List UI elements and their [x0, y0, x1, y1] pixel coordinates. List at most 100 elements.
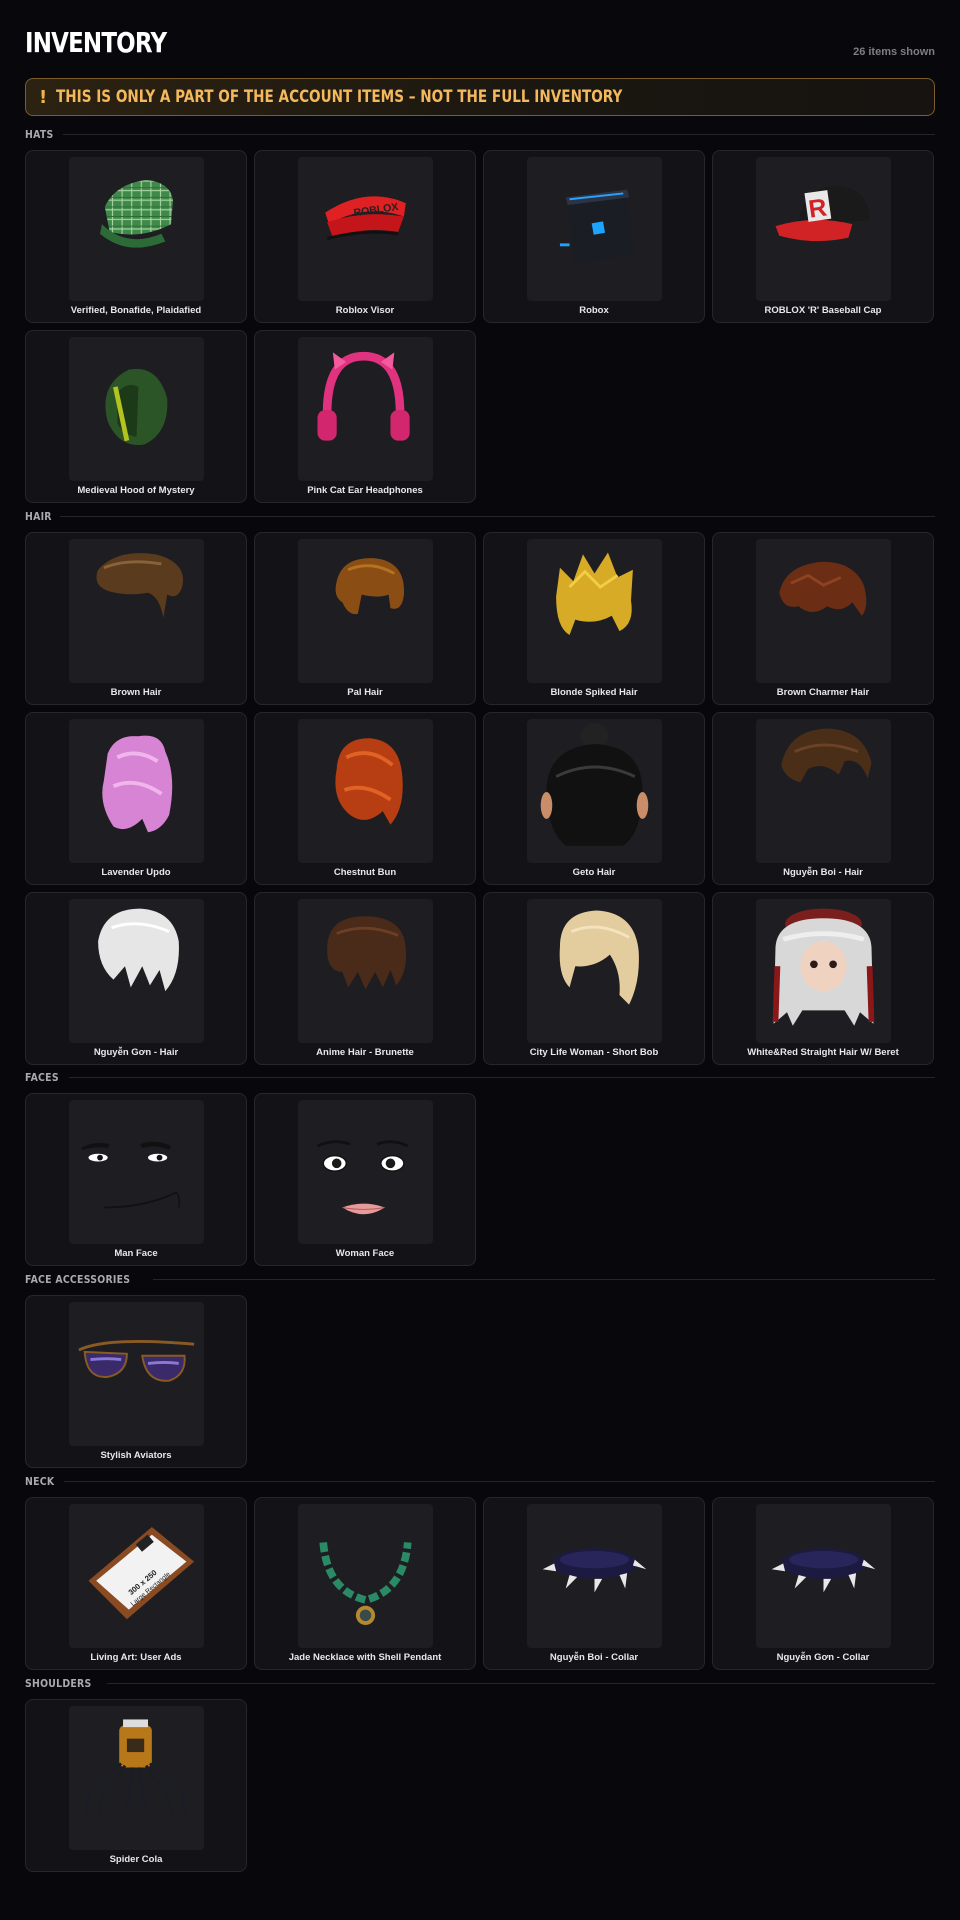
item-name: Brown Hair — [110, 687, 162, 698]
item-name: Robox — [579, 305, 609, 316]
item-name: Roblox Visor — [335, 305, 395, 316]
hair-icon — [327, 916, 407, 990]
item-card[interactable]: White&Red Straight Hair W/ Beret — [712, 892, 934, 1065]
items-count: 26 items shown — [853, 46, 935, 58]
header: INVENTORY 26 items shown — [25, 0, 935, 78]
sunglasses-icon — [78, 1340, 195, 1382]
item-thumbnail — [69, 719, 204, 863]
item-name: Nguyễn Boi - Hair — [783, 867, 863, 878]
item-card[interactable]: Pal Hair — [254, 532, 476, 705]
item-card[interactable]: Chestnut Bun — [254, 712, 476, 885]
spiked-collar-icon — [542, 1548, 647, 1593]
section-header: FACES — [25, 1070, 935, 1084]
face-icon — [316, 1140, 409, 1215]
item-card[interactable]: Man Face — [25, 1093, 247, 1266]
item-name: Nguyễn Gơn - Collar — [776, 1652, 870, 1663]
item-thumbnail — [69, 157, 204, 301]
section-header: FACE ACCESSORIES — [25, 1272, 935, 1286]
section-title: NECK — [25, 1474, 55, 1488]
hair-icon — [556, 552, 633, 635]
item-thumbnail — [69, 1706, 204, 1850]
item-card[interactable]: Nguyễn Boi - Hair — [712, 712, 934, 885]
inventory-page: INVENTORY 26 items shown ! THIS IS ONLY … — [25, 0, 935, 1872]
item-name: Medieval Hood of Mystery — [77, 485, 195, 496]
item-card[interactable]: Jade Necklace with Shell Pendant — [254, 1497, 476, 1670]
item-card[interactable]: Stylish Aviators — [25, 1295, 247, 1468]
item-thumbnail — [298, 539, 433, 683]
item-card[interactable]: City Life Woman - Short Bob — [483, 892, 705, 1065]
item-thumbnail — [527, 899, 662, 1043]
item-name: Nguyễn Gơn - Hair — [93, 1047, 179, 1058]
item-name: Blonde Spiked Hair — [550, 687, 638, 698]
item-card[interactable]: Nguyễn Gơn - Collar — [712, 1497, 934, 1670]
section-title: FACE ACCESSORIES — [25, 1272, 131, 1286]
item-card[interactable]: Lavender Updo — [25, 712, 247, 885]
item-thumbnail — [298, 1504, 433, 1648]
headphones-icon — [317, 351, 410, 441]
item-card[interactable]: Geto Hair — [483, 712, 705, 885]
item-card[interactable]: Pink Cat Ear Headphones — [254, 330, 476, 503]
item-card[interactable]: Brown Hair — [25, 532, 247, 705]
face-icon — [80, 1141, 181, 1209]
item-card[interactable]: Robox — [483, 150, 705, 323]
item-name: Living Art: User Ads — [90, 1652, 182, 1663]
item-name: ROBLOX 'R' Baseball Cap — [764, 305, 882, 316]
item-card[interactable]: Brown Charmer Hair — [712, 532, 934, 705]
item-name: City Life Woman - Short Bob — [529, 1047, 659, 1058]
section-header: HAIR — [25, 509, 935, 523]
item-name: Stylish Aviators — [100, 1450, 172, 1461]
item-card[interactable]: Nguyễn Boi - Collar — [483, 1497, 705, 1670]
item-thumbnail — [69, 899, 204, 1043]
robox-icon — [559, 189, 635, 265]
item-thumbnail — [527, 719, 662, 863]
item-thumbnail — [69, 337, 204, 481]
hair-icon — [559, 910, 639, 1005]
warning-icon: ! — [39, 86, 48, 108]
item-card[interactable]: Blonde Spiked Hair — [483, 532, 705, 705]
section-divider — [62, 133, 935, 135]
item-name: White&Red Straight Hair W/ Beret — [747, 1047, 899, 1058]
item-name: Spider Cola — [109, 1854, 163, 1865]
hair-icon — [540, 722, 649, 846]
plaid-cap-icon — [100, 180, 173, 248]
item-thumbnail — [298, 1100, 433, 1244]
hair-icon — [102, 735, 173, 833]
item-thumbnail: 300 x 250 Large Rectangle — [69, 1504, 204, 1648]
item-card[interactable]: Woman Face — [254, 1093, 476, 1266]
item-name: Brown Charmer Hair — [776, 687, 870, 698]
item-thumbnail — [69, 1100, 204, 1244]
item-name: Anime Hair - Brunette — [316, 1047, 414, 1058]
hair-icon — [98, 908, 179, 992]
hair-icon — [772, 908, 875, 1026]
item-name: Geto Hair — [572, 867, 616, 878]
section-header: SHOULDERS — [25, 1676, 935, 1690]
visor-icon: ROBLOX — [325, 196, 406, 240]
item-name: Lavender Updo — [101, 867, 171, 878]
item-card[interactable]: Spider Cola — [25, 1699, 247, 1872]
hair-icon — [335, 558, 405, 615]
section-header: NECK — [25, 1474, 935, 1488]
item-thumbnail: R — [756, 157, 891, 301]
item-card[interactable]: 300 x 250 Large Rectangle Living Art: User… — [25, 1497, 247, 1670]
item-card[interactable]: Anime Hair - Brunette — [254, 892, 476, 1065]
section-divider — [63, 1480, 935, 1482]
item-card[interactable]: Nguyễn Gơn - Hair — [25, 892, 247, 1065]
item-name: Man Face — [114, 1248, 158, 1259]
section-title: HAIR — [25, 509, 52, 523]
item-card[interactable]: R ROBLOX 'R' Baseball Cap — [712, 150, 934, 323]
hair-icon — [335, 738, 403, 825]
item-card[interactable]: Verified, Bonafide, Plaidafied — [25, 150, 247, 323]
section-faces: FACES Man Face Woman Face — [25, 1070, 935, 1266]
item-card[interactable]: Medieval Hood of Mystery — [25, 330, 247, 503]
item-thumbnail — [298, 719, 433, 863]
item-name: Verified, Bonafide, Plaidafied — [70, 305, 202, 316]
item-thumbnail — [69, 1302, 204, 1446]
section-title: SHOULDERS — [25, 1676, 92, 1690]
item-thumbnail — [527, 157, 662, 301]
item-thumbnail — [756, 719, 891, 863]
page-title: INVENTORY — [25, 26, 167, 59]
item-thumbnail — [69, 539, 204, 683]
item-thumbnail — [298, 899, 433, 1043]
item-card[interactable]: ROBLOX Roblox Visor — [254, 150, 476, 323]
item-thumbnail: ROBLOX — [298, 157, 433, 301]
